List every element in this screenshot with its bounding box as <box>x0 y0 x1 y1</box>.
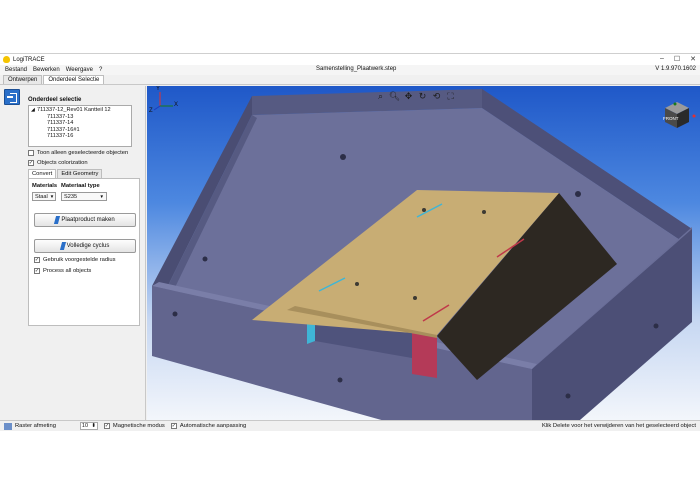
part-tree[interactable]: ◢ 711337-12_Rev01 Kantteil 12 711337-13 7… <box>28 105 132 147</box>
view-cube[interactable] <box>665 102 696 128</box>
auto-adjust-row[interactable]: ✓ Automatische aanpassing <box>170 423 246 429</box>
chevron-down-icon: ▼ <box>99 194 104 199</box>
colorization-label: Objects colorization <box>37 160 88 166</box>
zoom-region-icon[interactable]: ⌕ <box>375 91 386 102</box>
app-logo-icon <box>3 56 10 63</box>
plate-hole <box>413 296 417 300</box>
axis-y-label: Y <box>156 86 161 92</box>
document-title: Samenstelling_Plaatwerk.step <box>316 66 397 72</box>
show-selected-row[interactable]: Toon alleen geselecteerde objecten <box>28 150 128 156</box>
material-select[interactable]: Staal ▼ <box>32 192 56 201</box>
convert-panel: Materials Materiaal type Staal ▼ S235 ▼ Pl… <box>28 178 140 326</box>
grid-size-stepper[interactable]: 10 ⬍ <box>79 422 98 430</box>
menu-bar: Bestand Bewerken Weergave ? Samenstellin… <box>0 65 700 75</box>
title-bar: LogiTRACE – ☐ ✕ <box>0 54 700 65</box>
window-controls: – ☐ ✕ <box>660 55 696 63</box>
zoom-icon[interactable]: 🔍︎ <box>389 91 400 102</box>
model-view[interactable] <box>147 86 700 420</box>
app-title: LogiTRACE <box>13 56 45 63</box>
menu-bewerken[interactable]: Bewerken <box>33 67 60 73</box>
use-radius-checkbox[interactable]: ✓ <box>34 257 40 263</box>
auto-adjust-checkbox[interactable]: ✓ <box>170 423 177 429</box>
magnetic-row[interactable]: ✓ Magnetische modus <box>103 423 165 429</box>
tab-edit-geometry[interactable]: Edit Geometry <box>57 169 103 178</box>
grid-label: Raster afmeting <box>15 423 56 429</box>
colorization-checkbox[interactable]: ✓ <box>28 160 34 166</box>
menu-bestand[interactable]: Bestand <box>5 67 27 73</box>
tree-item[interactable]: 711337-16 <box>31 133 129 140</box>
tree-item[interactable]: 711337-13 <box>31 114 129 121</box>
rotate-view-icon[interactable]: ⟲ <box>431 91 442 102</box>
show-selected-checkbox[interactable] <box>28 150 34 156</box>
tree-item[interactable]: 711337-14 <box>31 120 129 127</box>
menu-help[interactable]: ? <box>99 67 102 73</box>
sub-tabs: Convert Edit Geometry <box>28 169 103 178</box>
fit-all-icon[interactable]: ⛶ <box>445 91 456 102</box>
material-type-select[interactable]: S235 ▼ <box>61 192 107 201</box>
wall-hole <box>653 323 659 329</box>
chevron-down-icon: ▼ <box>49 194 55 199</box>
maximize-icon[interactable]: ☐ <box>674 55 680 63</box>
process-all-row[interactable]: ✓ Process all objects <box>34 268 91 274</box>
colorization-row[interactable]: ✓ Objects colorization <box>28 160 88 166</box>
rotate-icon[interactable]: ↻ <box>417 91 428 102</box>
cycle-icon <box>59 242 66 250</box>
tree-root[interactable]: ◢ 711337-12_Rev01 Kantteil 12 <box>31 107 129 114</box>
section-title: Onderdeel selectie <box>28 97 82 103</box>
full-cycle-button[interactable]: Volledige cyclus <box>34 239 136 253</box>
main-tabs: Ontwerpen Onderdeel Selectie <box>0 75 700 85</box>
status-hint: Klik Delete voor het verwijderen van het… <box>541 423 696 429</box>
grid-icon <box>4 422 12 430</box>
make-sheet-button[interactable]: Plaatproduct maken <box>34 213 136 227</box>
wall-hole <box>337 377 343 383</box>
use-radius-row[interactable]: ✓ Gebruik voorgestelde radius <box>34 257 116 263</box>
close-icon[interactable]: ✕ <box>690 55 696 63</box>
wall-hole <box>202 256 208 262</box>
tab-onderdeel-selectie[interactable]: Onderdeel Selectie <box>43 75 105 84</box>
stepper-arrows-icon[interactable]: ⬍ <box>91 423 96 429</box>
3d-viewport[interactable]: Y X Z FRONT ⌕ 🔍︎ ✥ ↻ ⟲ ⛶ <box>147 86 700 420</box>
tree-item[interactable]: 711337-16#1 <box>31 127 129 134</box>
exit-icon[interactable] <box>4 89 20 105</box>
wall-hole <box>340 154 346 160</box>
show-selected-label: Toon alleen geselecteerde objecten <box>37 150 129 156</box>
left-panel: Onderdeel selectie ◢ 711337-12_Rev01 Kant… <box>0 86 146 420</box>
wall-hole <box>575 191 581 197</box>
materials-label: Materials <box>32 183 58 189</box>
process-all-checkbox[interactable]: ✓ <box>34 268 40 274</box>
plate-hole <box>482 210 486 214</box>
tab-ontwerpen[interactable]: Ontwerpen <box>3 75 43 84</box>
magnetic-checkbox[interactable]: ✓ <box>103 423 110 429</box>
menu-weergave[interactable]: Weergave <box>66 67 93 73</box>
pan-icon[interactable]: ✥ <box>403 91 414 102</box>
wall-hole <box>565 393 571 399</box>
wall-hole <box>172 311 178 317</box>
axis-z-label: Z <box>149 108 153 114</box>
axis-x-label: X <box>174 102 179 108</box>
sheet-icon <box>54 216 61 224</box>
plate-hole <box>422 208 426 212</box>
material-type-label: Materiaal type <box>61 183 100 189</box>
view-toolbar: ⌕ 🔍︎ ✥ ↻ ⟲ ⛶ <box>375 91 456 102</box>
view-cube-face-label: FRONT <box>663 116 679 121</box>
status-bar: Raster afmeting 10 ⬍ ✓ Magnetische modus … <box>0 420 700 431</box>
axis-triad <box>153 92 173 111</box>
minimize-icon[interactable]: – <box>660 55 664 63</box>
version-label: V 1.9.970.1602 <box>655 66 696 72</box>
plate-hole <box>355 282 359 286</box>
app-window: LogiTRACE – ☐ ✕ Bestand Bewerken Weergav… <box>0 53 700 431</box>
tab-convert[interactable]: Convert <box>28 169 57 178</box>
